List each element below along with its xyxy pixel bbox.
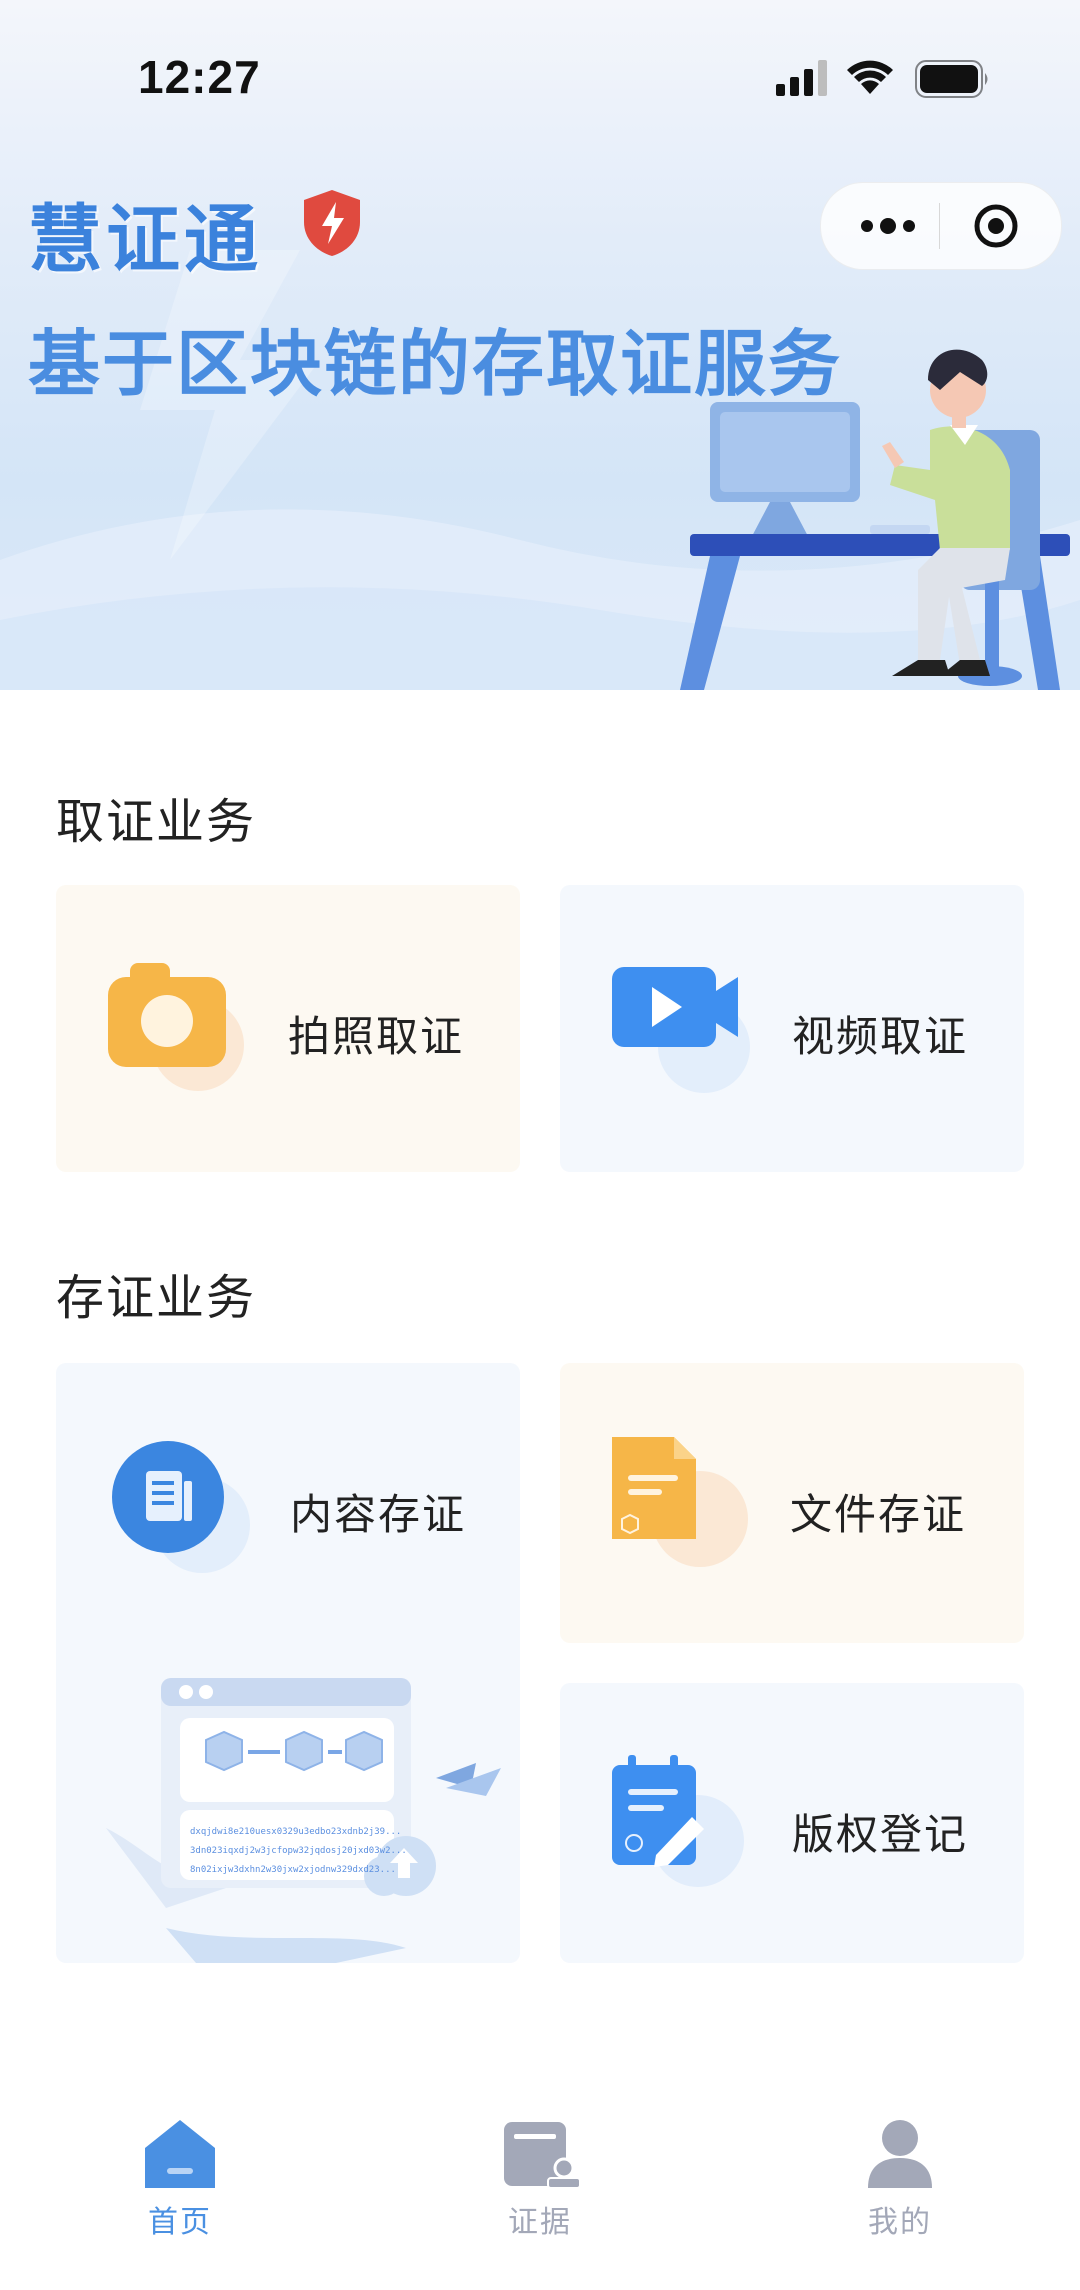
copyright-registration-label: 版权登记: [792, 1810, 969, 1859]
more-icon[interactable]: [853, 205, 923, 247]
clipboard-edit-icon: [612, 1755, 744, 1887]
hash-line: 3dn023iqxdj2w3jcfopw32jqdosj20jxd03w2...: [190, 1846, 407, 1856]
wifi-icon: [847, 60, 893, 94]
tab-evidence-label: 证据: [508, 2205, 572, 2240]
hash-line: 8n02ixjw3dxhn2w30jxw2xjodnw329dxd23...: [190, 1865, 396, 1875]
user-icon: [868, 2120, 932, 2188]
shield-icon: [304, 190, 360, 256]
status-time: 12:27: [138, 51, 261, 103]
photo-evidence-label: 拍照取证: [288, 1012, 465, 1061]
home-icon: [145, 2120, 215, 2188]
cellular-signal-icon: [776, 60, 827, 96]
file-icon: [612, 1437, 748, 1567]
content-storage-label: 内容存证: [290, 1490, 467, 1539]
section-title-collect: 取证业务: [56, 794, 257, 850]
section-title-store: 存证业务: [56, 1270, 257, 1326]
camera-icon: [108, 963, 244, 1091]
close-miniprogram-icon[interactable]: [973, 203, 1019, 249]
video-evidence-label: 视频取证: [792, 1012, 969, 1061]
status-bar: 12:27: [0, 0, 1080, 160]
copyright-registration-card[interactable]: 版权登记: [560, 1683, 1024, 1963]
capsule-divider: [939, 203, 940, 249]
hash-line: dxqjdwi8e210uesx0329u3edbo23xdnb2j39...: [190, 1827, 402, 1837]
photo-evidence-card[interactable]: 拍照取证: [56, 885, 520, 1172]
bottom-tab-bar: 首页 证据 我的: [0, 2080, 1080, 2290]
hero-title: 慧证通: [28, 197, 262, 283]
tab-mine[interactable]: 我的: [800, 2120, 1000, 2250]
video-icon: [612, 967, 750, 1093]
video-evidence-card[interactable]: 视频取证: [560, 885, 1024, 1172]
file-storage-card[interactable]: 文件存证: [560, 1363, 1024, 1643]
blockchain-illustration: [106, 1678, 501, 1963]
person-at-desk-illustration: [680, 349, 1070, 690]
tab-home-label: 首页: [148, 2205, 212, 2240]
tab-home[interactable]: 首页: [80, 2120, 280, 2250]
content-storage-card[interactable]: 内容存证 dxqjdwi8e210uesx0329u3edbo23xdnb2j3…: [56, 1363, 520, 1963]
file-storage-label: 文件存证: [790, 1490, 967, 1539]
document-icon: [112, 1441, 250, 1573]
battery-icon: [915, 60, 988, 98]
evidence-icon: [504, 2122, 580, 2189]
tab-evidence[interactable]: 证据: [440, 2120, 640, 2250]
hash-text-block: dxqjdwi8e210uesx0329u3edbo23xdnb2j39... …: [190, 1823, 420, 1880]
miniprogram-capsule: [820, 182, 1062, 270]
tab-mine-label: 我的: [868, 2205, 932, 2240]
